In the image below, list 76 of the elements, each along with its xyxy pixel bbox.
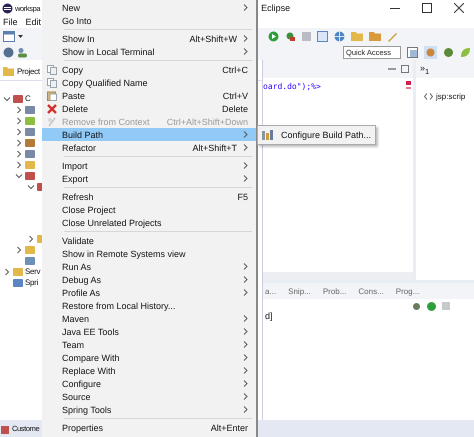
menu-item[interactable]: Paste Ctrl+V (42, 89, 256, 102)
menu-item[interactable]: Properties Alt+Enter (42, 421, 256, 434)
run-icon[interactable] (427, 302, 436, 311)
chevron-down-icon[interactable] (3, 94, 11, 102)
delete-icon (47, 104, 57, 114)
menu-item[interactable]: Team (42, 338, 256, 351)
menu-item[interactable]: Configure (42, 377, 256, 390)
chevron-right-icon[interactable] (15, 106, 23, 114)
menu-bar-item[interactable]: Edit (26, 17, 42, 27)
run-icon[interactable] (268, 30, 279, 42)
outline-item[interactable]: jsp:scrip (436, 92, 466, 101)
panel-tab[interactable]: Prog... (396, 286, 420, 296)
error-marker-icon (406, 81, 411, 90)
code-line: oard.do");%> (263, 82, 321, 91)
dropdown-icon[interactable] (18, 34, 23, 38)
close-icon[interactable] (454, 3, 464, 13)
remove-icon (47, 116, 57, 126)
panel-tab[interactable]: Cons... (358, 286, 384, 296)
maximize-icon[interactable] (422, 3, 432, 13)
leaf-icon (25, 116, 35, 126)
menu-item[interactable]: Spring Tools (42, 403, 256, 416)
panel-tab[interactable]: Project (17, 66, 40, 76)
menu-item[interactable]: Show in Remote Systems view (42, 247, 256, 260)
chevron-right-icon[interactable] (15, 116, 23, 124)
menu-item[interactable]: Run As (42, 260, 256, 273)
window-icon[interactable] (317, 30, 328, 42)
menu-item[interactable]: Import (42, 159, 256, 172)
panel-tab[interactable]: Prob... (322, 286, 346, 296)
chevron-right-icon[interactable] (15, 138, 23, 146)
chevron-down-icon[interactable] (27, 182, 35, 190)
menu-item[interactable]: Debug As (42, 273, 256, 286)
menu-item[interactable]: Close Unrelated Projects (42, 216, 256, 229)
menu-bar-item[interactable]: File (3, 17, 18, 27)
chevron-right-icon[interactable] (15, 150, 23, 158)
chevron-down-icon[interactable] (15, 172, 23, 180)
menu-item[interactable]: Validate (42, 234, 256, 247)
menu-item[interactable]: Java EE Tools (42, 325, 256, 338)
menu-item[interactable]: Copy Ctrl+C (42, 63, 256, 76)
panel-tab[interactable]: a... (265, 286, 276, 296)
chevron-right-icon[interactable] (15, 246, 23, 254)
menu-item[interactable]: Profile As (42, 286, 256, 299)
perspective-icon[interactable] (407, 46, 418, 58)
menu-item[interactable]: Show in Local Terminal (42, 45, 256, 58)
clipboard-icon (47, 90, 57, 100)
menu-item[interactable]: Close Project (42, 203, 256, 216)
menu-item[interactable]: Maven (42, 312, 256, 325)
chevron-right-icon[interactable] (15, 128, 23, 136)
menu-item[interactable]: New (42, 1, 256, 14)
menu-item[interactable]: Restore from Local History... (42, 299, 256, 312)
menu-item[interactable]: Refactor Alt+Shift+T (42, 141, 256, 154)
console-text: d] (264, 311, 274, 321)
menu-item[interactable]: Export (42, 172, 256, 185)
menu-item[interactable]: Delete Delete (42, 102, 256, 115)
chevron-right-icon[interactable] (27, 234, 35, 242)
menu-item[interactable]: Copy Qualified Name (42, 76, 256, 89)
tag-icon (424, 93, 433, 100)
menu-item[interactable]: Compare With (42, 351, 256, 364)
panel-tab[interactable]: »$_{1}$ (420, 62, 430, 76)
window-title: Eclipse (261, 3, 290, 13)
new-window-icon[interactable] (3, 30, 15, 42)
menu-item[interactable]: Source (42, 390, 256, 403)
people-icon[interactable] (17, 46, 28, 58)
tree-item-label[interactable]: Spri (25, 278, 38, 287)
menu-item[interactable]: Build Path (42, 128, 256, 141)
panel-tab[interactable]: Snip... (288, 286, 311, 296)
chevron-right-icon[interactable] (15, 160, 23, 168)
menu-item[interactable]: Replace With (42, 364, 256, 377)
perspective-icon[interactable] (424, 46, 437, 58)
library-icon (262, 130, 273, 140)
chevron-right-icon[interactable] (3, 268, 11, 276)
menu-item[interactable]: Configure Build Path... (258, 128, 375, 142)
menu-item[interactable]: Refresh F5 (42, 190, 256, 203)
tree-item-label[interactable]: C (25, 94, 30, 103)
menu-item[interactable]: Go Into (42, 14, 256, 27)
tree-item-label[interactable]: Serv (25, 267, 40, 276)
scrollbar[interactable] (263, 272, 413, 280)
